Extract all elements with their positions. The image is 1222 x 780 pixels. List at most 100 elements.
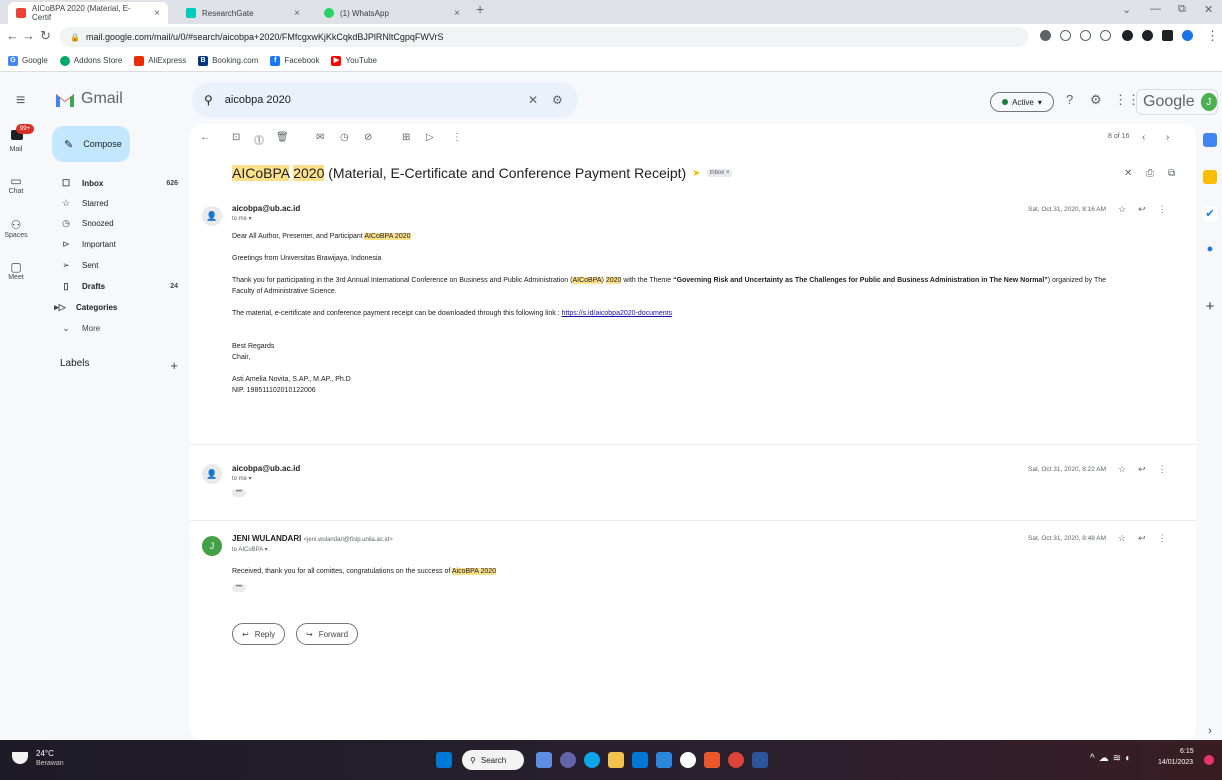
notification-icon[interactable] <box>1204 755 1214 765</box>
new-tab-icon[interactable]: + <box>476 1 484 17</box>
add-task-icon[interactable]: ⊘ <box>364 132 372 143</box>
back-to-list-icon[interactable]: ← <box>200 132 210 143</box>
nav-item-categories[interactable]: ▸▷ Categories <box>54 299 172 315</box>
mail-app-icon[interactable] <box>632 752 648 768</box>
documents-link[interactable]: https://s.id/aicobpa2020-documents <box>562 310 673 317</box>
print-icon[interactable]: ⎙ <box>1146 168 1154 179</box>
task-view-icon[interactable] <box>536 752 552 768</box>
newer-chevron-icon[interactable]: ‹ <box>1142 132 1145 143</box>
sender-avatar[interactable]: J <box>202 536 222 556</box>
search-input[interactable]: aicobpa 2020 <box>225 94 291 106</box>
contacts-icon[interactable]: ● <box>1203 242 1217 256</box>
bookmark-star-icon[interactable] <box>1100 30 1111 41</box>
delete-icon[interactable]: 🗑 <box>276 132 289 143</box>
snooze-icon[interactable]: ◷ <box>340 132 349 143</box>
avatar[interactable]: J <box>1200 93 1217 111</box>
more-options-icon[interactable]: ⋮ <box>452 132 462 143</box>
teams-icon[interactable] <box>560 752 576 768</box>
gmail-logo[interactable]: Gmail <box>55 90 123 108</box>
more-icon[interactable]: ⋮ <box>1158 533 1167 544</box>
browser-tab-gmail[interactable]: AICoBPA 2020 (Material, E-Certif × <box>8 2 168 24</box>
mail-search-box[interactable]: ⚲ aicobpa 2020 ⚙ ✕ <box>192 82 578 118</box>
star-icon[interactable]: ☆ <box>1118 204 1126 215</box>
bookmark-facebook[interactable]: f Facebook <box>270 55 319 66</box>
star-icon[interactable]: ☆ <box>1118 533 1126 544</box>
edge-icon[interactable] <box>584 752 600 768</box>
new-window-icon[interactable]: ⧉ <box>1168 168 1175 179</box>
url-omnibox[interactable]: 🔒 mail.google.com/mail/u/0/#search/aicob… <box>60 27 1028 47</box>
rail-item-mail[interactable]: 99+ Mail <box>0 124 34 153</box>
nav-item-starred[interactable]: ☆ Starred <box>60 195 178 211</box>
status-active-chip[interactable]: Active ▾ <box>990 92 1054 112</box>
word-icon[interactable] <box>752 752 768 768</box>
close-icon[interactable]: × <box>454 8 460 19</box>
extension-shield-icon[interactable] <box>1122 30 1133 41</box>
older-chevron-icon[interactable]: › <box>1166 132 1169 143</box>
bookmark-youtube[interactable]: ▶ YouTube <box>331 55 377 66</box>
inbox-label-chip[interactable]: Inbox × <box>706 169 733 177</box>
weather-icon[interactable] <box>12 752 28 764</box>
bookmark-google[interactable]: G Google <box>8 55 48 66</box>
sender-name[interactable]: aicobpa@ub.ac.id <box>232 464 300 473</box>
help-icon[interactable]: ? <box>1066 92 1073 107</box>
compose-button[interactable]: ✎ Compose <box>52 126 130 162</box>
minimize-icon[interactable]: — <box>1150 3 1161 15</box>
rail-item-meet[interactable]: ▢ Meet <box>0 260 32 281</box>
report-spam-icon[interactable]: ⓵ <box>254 132 264 147</box>
tab-search-icon[interactable]: ⌄ <box>1122 3 1131 16</box>
nav-item-important[interactable]: ⊳ Important <box>60 236 178 252</box>
nav-item-drafts[interactable]: ▯ Drafts 24 <box>60 278 178 294</box>
bookmark-addons[interactable]: Addons Store <box>59 55 122 66</box>
mark-unread-icon[interactable]: ✉ <box>316 132 324 143</box>
important-marker-icon[interactable]: ➤ <box>692 168 700 179</box>
zoom-icon[interactable] <box>1060 30 1071 41</box>
store-icon[interactable] <box>656 752 672 768</box>
browser-tab-whatsapp[interactable]: (1) WhatsApp × <box>316 2 468 24</box>
app-icon[interactable] <box>680 752 696 768</box>
close-icon[interactable]: × <box>294 8 300 19</box>
recipients-toggle[interactable]: to me ▾ <box>232 475 252 482</box>
star-icon[interactable]: ☆ <box>1118 464 1126 475</box>
get-addons-icon[interactable]: + <box>1203 299 1217 314</box>
back-icon[interactable]: ← <box>6 28 19 43</box>
more-icon[interactable]: ⋮ <box>1158 464 1167 475</box>
system-tray-icons[interactable]: ^☁≋◐ <box>1090 753 1135 764</box>
keep-icon[interactable] <box>1203 170 1217 184</box>
settings-gear-icon[interactable]: ⚙ <box>1090 92 1102 108</box>
google-account-chip[interactable]: Google J <box>1136 89 1218 115</box>
rail-item-chat[interactable]: ▭ Chat <box>0 174 32 195</box>
taskbar-search[interactable]: ⚲ Search <box>462 750 524 770</box>
chrome-icon[interactable] <box>728 752 744 768</box>
start-menu-icon[interactable] <box>436 752 452 768</box>
recipients-toggle[interactable]: to me ▾ <box>232 215 252 222</box>
label-icon[interactable]: ▷ <box>426 132 434 143</box>
nav-item-inbox[interactable]: ☐ Inbox 626 <box>60 175 178 191</box>
puzzle-icon[interactable] <box>1142 30 1153 41</box>
file-explorer-icon[interactable] <box>608 752 624 768</box>
restore-icon[interactable]: ⧉ <box>1178 3 1186 16</box>
forward-icon[interactable]: → <box>22 28 35 43</box>
clear-search-icon[interactable]: ✕ <box>528 93 538 107</box>
kebab-menu-icon[interactable]: ⋮ <box>1206 28 1219 44</box>
calendar-icon[interactable] <box>1203 133 1217 147</box>
profile-shield-icon[interactable] <box>1182 30 1193 41</box>
extension-icon[interactable] <box>1040 30 1051 41</box>
close-icon[interactable]: × <box>154 8 160 19</box>
tasks-icon[interactable]: ✔ <box>1203 207 1217 221</box>
show-trimmed-content-button[interactable]: ••• <box>232 584 246 592</box>
sender-avatar[interactable]: 👤 <box>202 206 222 226</box>
sender-avatar[interactable]: 👤 <box>202 464 222 484</box>
nav-item-snoozed[interactable]: ◷ Snoozed <box>60 215 178 231</box>
browser-tab-researchgate[interactable]: ResearchGate × <box>178 2 308 24</box>
sender-name[interactable]: aicobpa@ub.ac.id <box>232 204 300 213</box>
add-label-icon[interactable]: + <box>170 358 178 373</box>
reload-icon[interactable]: ↻ <box>40 28 51 44</box>
recipients-toggle[interactable]: to AICoBPA ▾ <box>232 546 268 553</box>
more-icon[interactable]: ⋮ <box>1158 204 1167 215</box>
reply-button[interactable]: ↩ Reply <box>232 623 286 645</box>
forward-button[interactable]: ↪ Forward <box>296 623 359 645</box>
reply-icon[interactable]: ↩ <box>1138 533 1146 544</box>
archive-icon[interactable]: ⊡ <box>232 132 240 143</box>
bookmark-aliexpress[interactable]: AliExpress <box>134 55 186 66</box>
show-trimmed-content-button[interactable]: ••• <box>232 489 246 497</box>
